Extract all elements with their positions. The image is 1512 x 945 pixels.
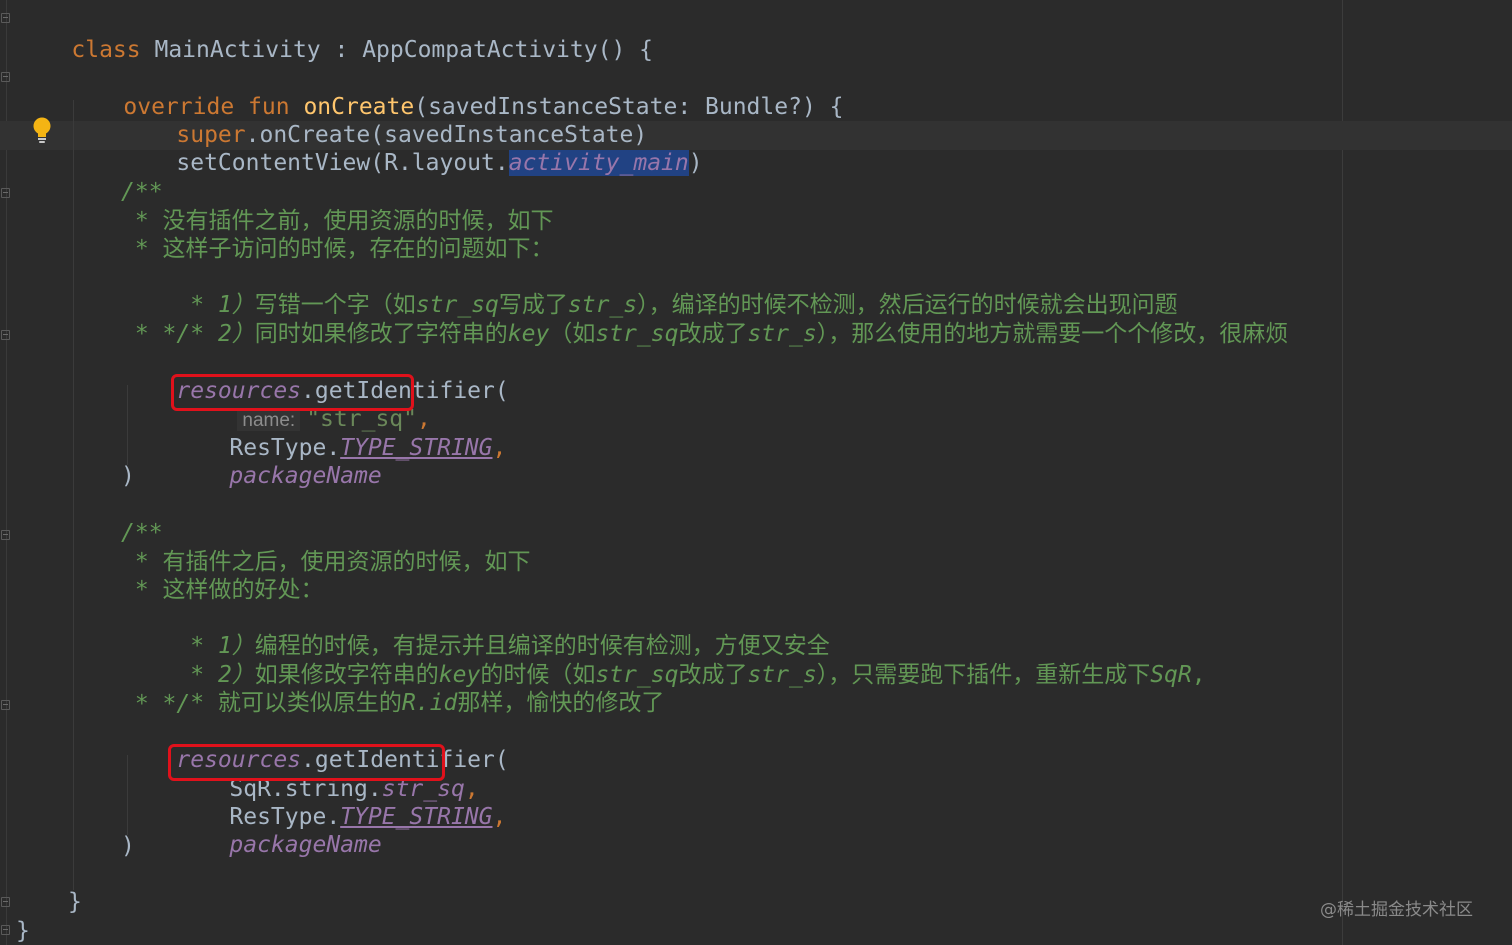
doc-comment-line: * 2）同时如果修改了字符串的key（如str_sq改成了str_s），那么使用… (121, 292, 1288, 347)
highlight-box-old-usage (171, 374, 414, 411)
code-line[interactable]: super.onCreate(savedInstanceState) (121, 93, 647, 148)
indent-guide (73, 100, 74, 890)
comment-token: SqR (1150, 662, 1192, 688)
doc-comment-line: * */ (121, 321, 191, 347)
comma-token: , (492, 435, 507, 461)
doc-comment-line: /** (121, 179, 163, 205)
fold-marker-icon[interactable] (1, 330, 10, 340)
code-line[interactable]: packageName (174, 803, 381, 858)
fold-marker-icon[interactable] (1, 530, 10, 540)
property-token: packageName (229, 463, 382, 489)
comment-token: ），那么使用的地方就需要一个个修改，很麻烦 (816, 321, 1289, 347)
code-line[interactable]: resources.getIdentifier( (121, 349, 508, 404)
comma-token: , (492, 804, 507, 830)
code-token: ) (688, 150, 703, 176)
doc-comment-line: * 这样做的好处： (121, 577, 324, 603)
fold-marker-icon[interactable] (1, 925, 10, 935)
comment-token: 那样，愉快的修改了 (457, 690, 665, 716)
doc-comment-line: /** (121, 520, 163, 546)
fold-marker-icon[interactable] (1, 897, 10, 907)
comment-token: key (507, 321, 550, 347)
comment-token: 同时如果修改了字符串的 (254, 321, 508, 347)
watermark: @稀土掘金技术社区 (1320, 900, 1473, 920)
code-line[interactable]: ) (121, 462, 135, 490)
comment-token: str_s (747, 662, 817, 688)
code-line[interactable]: } (16, 917, 30, 945)
code-line[interactable]: resources.getIdentifier( (121, 718, 508, 773)
doc-comment-line: * 没有插件之前，使用资源的时候，如下 (121, 208, 554, 234)
code-line[interactable]: ) (121, 832, 135, 860)
comment-token: 改成了 (678, 321, 748, 347)
comment-token: ），只需要跑下插件，重新生成下 (816, 662, 1151, 688)
comment-token: 2） (217, 321, 255, 347)
comment-token: , (1191, 662, 1206, 688)
fold-marker-icon[interactable] (1, 700, 10, 710)
code-line[interactable]: setContentView(R.layout.activity_main) (121, 121, 703, 176)
code-line[interactable]: class MainActivity : AppCompatActivity()… (16, 8, 653, 63)
code-line[interactable]: override fun onCreate(savedInstanceState… (68, 65, 843, 120)
code-token: MainActivity : AppCompatActivity() { (140, 37, 653, 63)
keyword-token: class (71, 37, 141, 63)
selected-text[interactable]: activity_main (508, 150, 689, 176)
doc-comment-line: * 2）如果修改字符串的key的时候（如str_sq改成了str_s），只需要跑… (121, 633, 1205, 688)
doc-comment-line: * 有插件之后，使用资源的时候，如下 (121, 549, 531, 575)
comment-token: 改成了 (678, 662, 748, 688)
code-line[interactable]: packageName (174, 434, 381, 489)
fold-marker-icon[interactable] (1, 188, 10, 198)
doc-comment-line: * 就可以类似原生的R.id那样，愉快的修改了 (121, 661, 664, 716)
code-editor[interactable]: class MainActivity : AppCompatActivity()… (0, 0, 1512, 945)
comment-token: str_s (747, 321, 817, 347)
doc-comment-line: * */ (121, 691, 191, 717)
fold-marker-icon[interactable] (1, 13, 10, 23)
doc-comment-line: * 1）编程的时候，有提示并且编译的时候有检测，方便又安全 (121, 604, 830, 659)
comment-token: str_sq (595, 321, 679, 347)
doc-comment-line: * 这样子访问的时候，存在的问题如下： (121, 236, 554, 262)
comment-token: * 就可以类似原生的 (176, 690, 402, 716)
highlight-box-new-usage (168, 744, 445, 781)
doc-comment-line: * 1）写错一个字（如str_sq写成了str_s），编译的时候不检测，然后运行… (121, 263, 1177, 318)
code-token: setContentView(R.layout. (176, 150, 509, 176)
comment-token: R.id (401, 690, 458, 716)
property-token: packageName (229, 832, 382, 858)
code-line[interactable]: } (68, 888, 82, 916)
fold-marker-icon[interactable] (1, 72, 10, 82)
lightbulb-icon[interactable] (32, 117, 52, 145)
comment-token: （如 (549, 321, 596, 347)
